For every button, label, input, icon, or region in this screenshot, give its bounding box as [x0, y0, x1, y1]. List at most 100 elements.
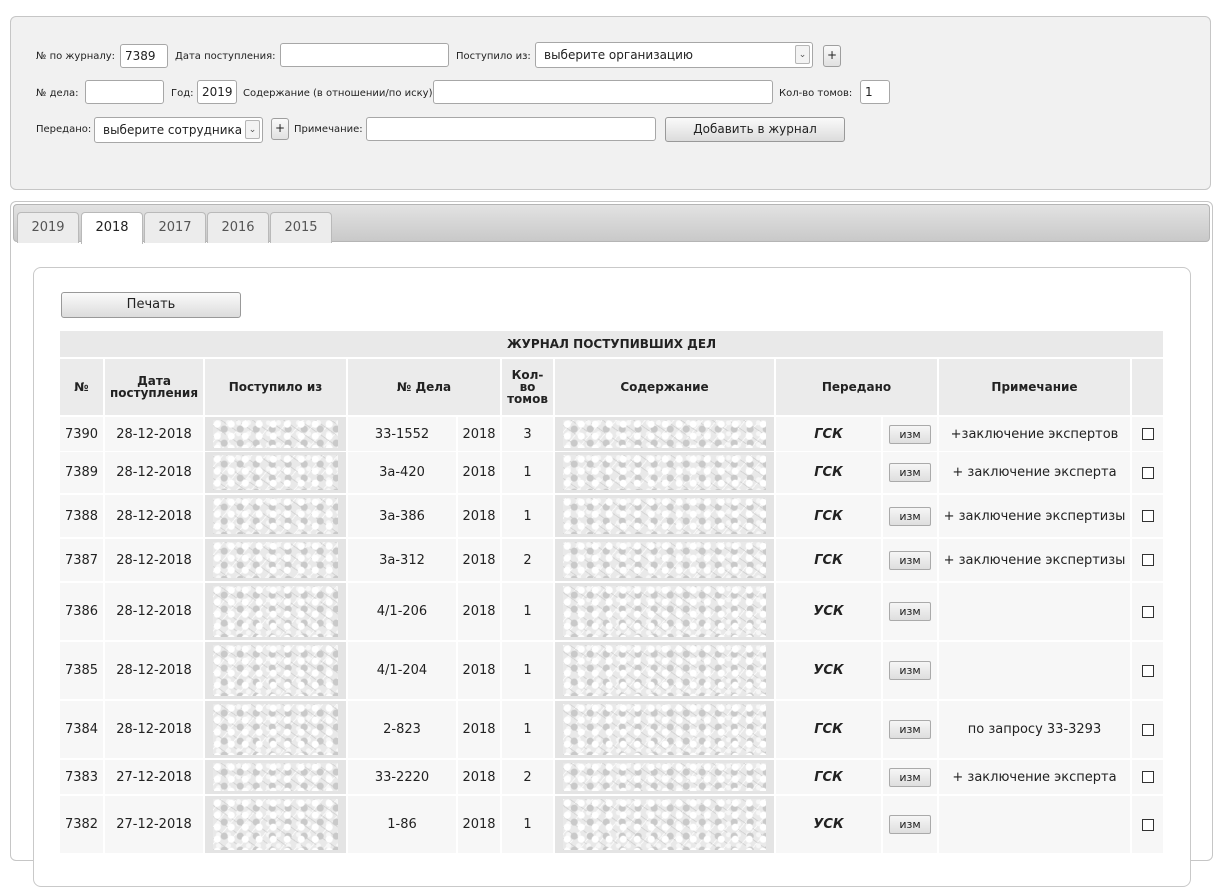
tab-2017[interactable]: 2017 — [144, 212, 206, 243]
cell-note: + заключение экспертизы — [939, 539, 1130, 581]
edit-button[interactable]: изм — [889, 720, 931, 739]
cell-volumes: 2 — [502, 760, 553, 794]
cell-case-year: 2018 — [458, 583, 500, 640]
cell-no: 7385 — [60, 642, 103, 699]
volumes-label: Кол-во томов: — [779, 88, 853, 99]
cell-date: 28-12-2018 — [105, 495, 203, 537]
cell-no: 7382 — [60, 796, 103, 853]
edit-button[interactable]: изм — [889, 424, 931, 444]
cell-content-redacted — [555, 417, 774, 451]
content-label: Содержание (в отношении/по иску): — [243, 88, 436, 99]
cell-date: 28-12-2018 — [105, 417, 203, 451]
year-label: Год: — [171, 88, 194, 99]
cell-volumes: 1 — [502, 796, 553, 853]
redacted-image — [213, 420, 338, 448]
add-employee-button[interactable]: + — [271, 118, 289, 140]
row-checkbox[interactable] — [1141, 466, 1154, 479]
cell-select — [1132, 642, 1163, 699]
tab-2019[interactable]: 2019 — [17, 212, 79, 243]
cell-from-redacted — [205, 495, 346, 537]
edit-button[interactable]: изм — [889, 602, 931, 621]
case-no-input[interactable] — [85, 80, 164, 104]
tab-2016[interactable]: 2016 — [207, 212, 269, 243]
redacted-image — [213, 498, 338, 534]
cell-no: 7383 — [60, 760, 103, 794]
cell-note — [939, 642, 1130, 699]
redacted-image — [563, 645, 766, 696]
cell-note: + заключение эксперта — [939, 760, 1130, 794]
row-checkbox[interactable] — [1141, 554, 1154, 566]
cell-content-redacted — [555, 796, 774, 853]
redacted-image — [563, 704, 766, 755]
cell-transferred: ГСК — [776, 539, 881, 581]
journal-no-label: № по журналу: — [36, 51, 116, 62]
cell-date: 28-12-2018 — [105, 539, 203, 581]
cell-no: 7387 — [60, 539, 103, 581]
cell-date: 28-12-2018 — [105, 642, 203, 699]
date-input[interactable] — [280, 43, 449, 67]
cell-from-redacted — [205, 539, 346, 581]
date-label: Дата поступления: — [175, 51, 276, 62]
edit-button[interactable]: изм — [889, 550, 931, 570]
cell-no: 7389 — [60, 452, 103, 493]
cell-transferred: ГСК — [776, 760, 881, 794]
cell-no: 7390 — [60, 417, 103, 451]
cell-transferred: УСК — [776, 642, 881, 699]
journal-no-input[interactable] — [120, 44, 168, 68]
cell-case-year: 2018 — [458, 495, 500, 537]
cell-volumes: 1 — [502, 495, 553, 537]
redacted-image — [213, 704, 338, 755]
cell-content-redacted — [555, 495, 774, 537]
row-checkbox[interactable] — [1141, 428, 1154, 440]
row-checkbox[interactable] — [1141, 723, 1154, 736]
print-button[interactable]: Печать — [61, 292, 241, 318]
from-label: Поступило из: — [456, 51, 531, 62]
header-content: Содержание — [555, 359, 774, 415]
volumes-input[interactable] — [860, 80, 890, 104]
redacted-image — [213, 455, 338, 490]
row-checkbox[interactable] — [1141, 818, 1154, 831]
redacted-image — [563, 498, 766, 534]
transferred-label: Передано: — [36, 124, 92, 135]
add-organization-button[interactable]: + — [823, 45, 841, 67]
cell-content-redacted — [555, 760, 774, 794]
header-case: № Дела — [348, 359, 500, 415]
cell-date: 27-12-2018 — [105, 796, 203, 853]
content-input[interactable] — [433, 80, 773, 104]
cell-from-redacted — [205, 760, 346, 794]
redacted-image — [563, 586, 766, 637]
from-organization-select[interactable]: выберите организацию ⌄ — [535, 42, 813, 68]
add-to-journal-button[interactable]: Добавить в журнал — [665, 117, 845, 142]
row-checkbox[interactable] — [1141, 771, 1154, 783]
cell-select — [1132, 539, 1163, 581]
cell-edit: изм — [883, 701, 937, 758]
cell-note — [939, 583, 1130, 640]
row-checkbox[interactable] — [1141, 664, 1154, 677]
redacted-image — [213, 763, 338, 791]
row-checkbox[interactable] — [1141, 605, 1154, 618]
cell-content-redacted — [555, 452, 774, 493]
edit-button[interactable]: изм — [889, 506, 931, 526]
transferred-employee-select[interactable]: выберите сотрудника ⌄ — [94, 117, 263, 143]
cell-select — [1132, 495, 1163, 537]
cell-note: + заключение эксперта — [939, 452, 1130, 493]
cell-note — [939, 796, 1130, 853]
header-from: Поступило из — [205, 359, 346, 415]
note-input[interactable] — [366, 117, 656, 141]
edit-button[interactable]: изм — [889, 767, 931, 787]
row-checkbox[interactable] — [1141, 510, 1154, 522]
edit-button[interactable]: изм — [889, 661, 931, 680]
edit-button[interactable]: изм — [889, 463, 931, 482]
cell-from-redacted — [205, 417, 346, 451]
cell-case-number: 3а-420 — [348, 452, 456, 493]
cell-no: 7384 — [60, 701, 103, 758]
cell-edit: изм — [883, 796, 937, 853]
tab-2015[interactable]: 2015 — [270, 212, 332, 243]
edit-button[interactable]: изм — [889, 815, 931, 834]
cell-content-redacted — [555, 701, 774, 758]
cell-no: 7388 — [60, 495, 103, 537]
cell-content-redacted — [555, 539, 774, 581]
tab-2018[interactable]: 2018 — [81, 212, 143, 244]
cell-case-number: 3а-386 — [348, 495, 456, 537]
year-input[interactable] — [197, 80, 237, 104]
